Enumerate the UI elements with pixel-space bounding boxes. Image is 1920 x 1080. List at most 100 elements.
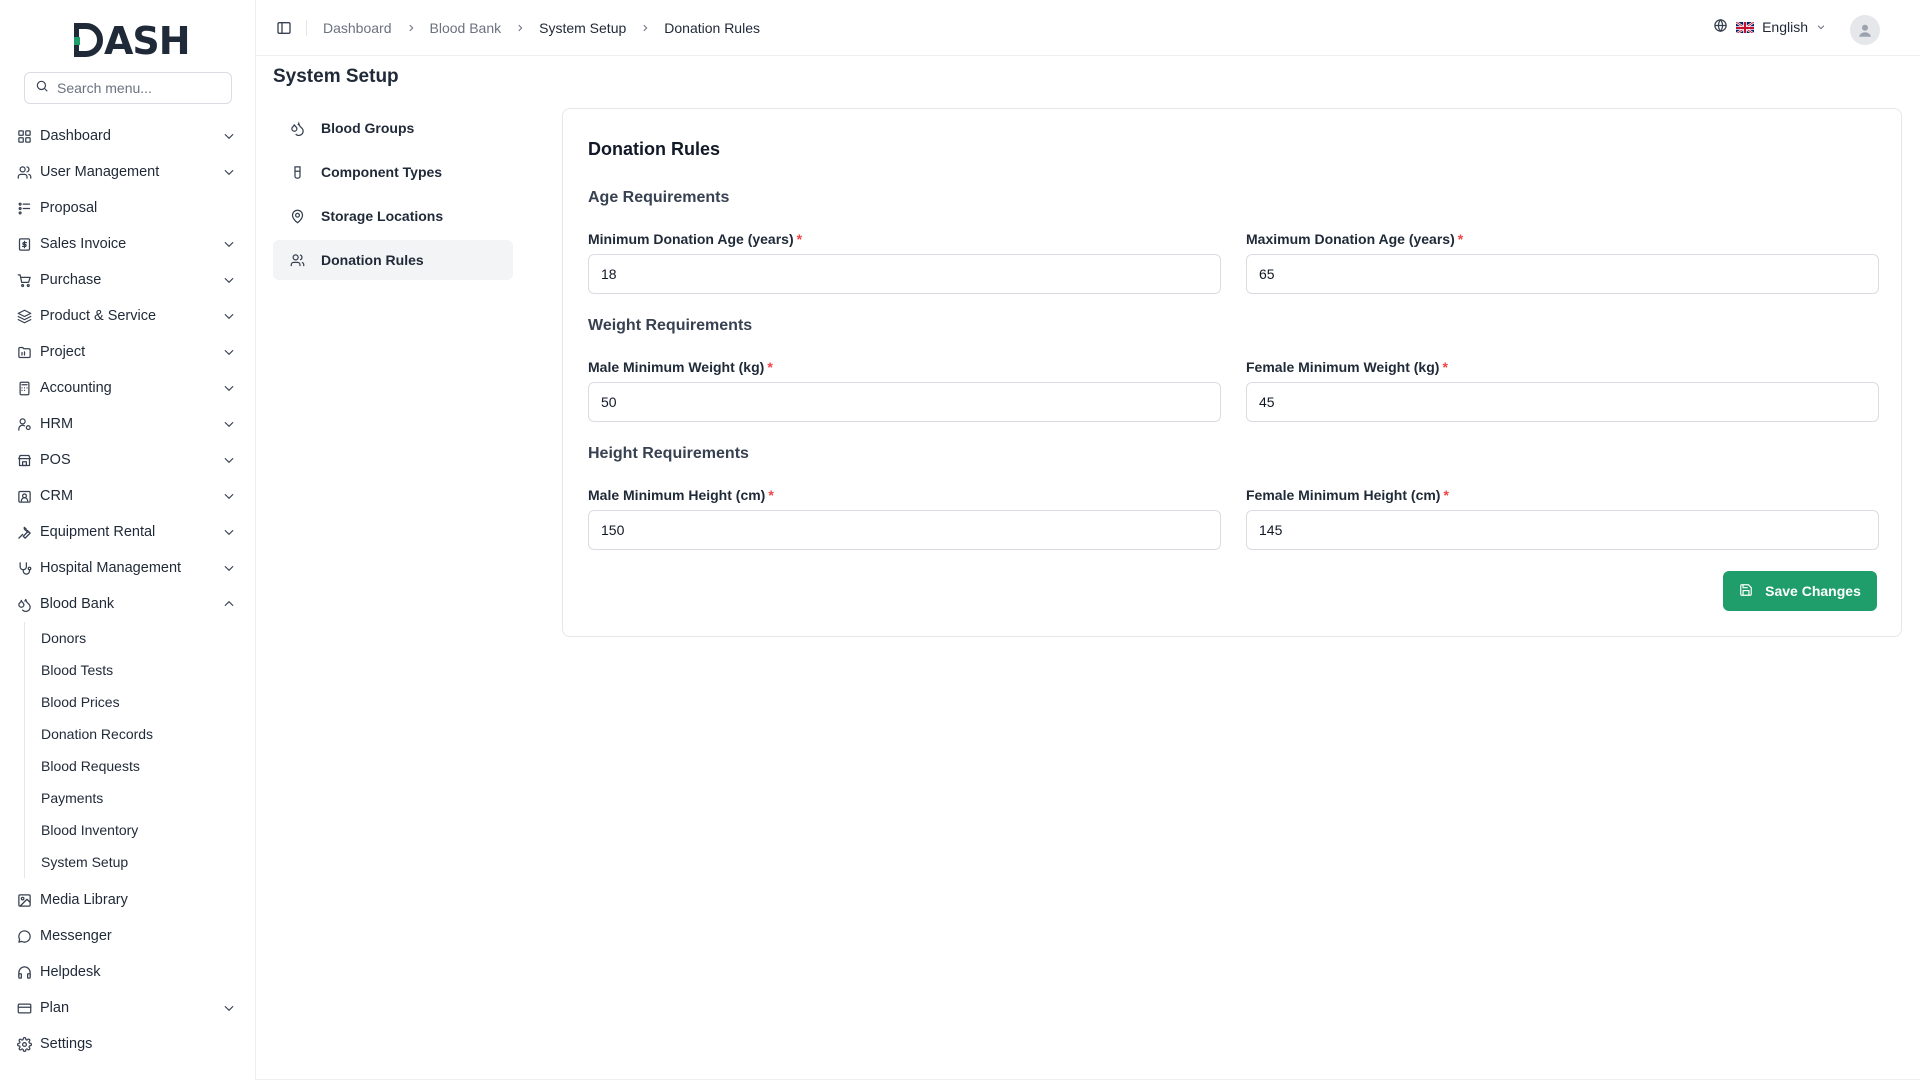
chevron-down-icon[interactable] (222, 345, 236, 359)
sidebar-item-label: Product & Service (40, 308, 157, 324)
min-age-field: Minimum Donation Age (years) * (588, 231, 1221, 294)
submenu-item-system-setup[interactable]: System Setup (41, 846, 256, 878)
chevron-down-icon[interactable] (222, 417, 236, 431)
sidebar-item-hrm[interactable]: HRM (0, 406, 256, 442)
search-box[interactable] (24, 72, 232, 104)
setup-item-component-types[interactable]: Component Types (273, 152, 513, 192)
sidebar-item-pos[interactable]: POS (0, 442, 256, 478)
chevron-down-icon[interactable] (222, 525, 236, 539)
chevron-up-icon[interactable] (222, 597, 236, 611)
top-bar: Dashboard Blood Bank System Setup Donati… (256, 0, 1920, 56)
sidebar-item-accounting[interactable]: Accounting (0, 370, 256, 406)
chevron-right-icon (640, 23, 650, 33)
sidebar-item-user-management[interactable]: User Management (0, 154, 256, 190)
setup-item-storage-locations[interactable]: Storage Locations (273, 196, 513, 236)
breadcrumb-dashboard[interactable]: Dashboard (323, 20, 392, 36)
required-mark: * (1457, 231, 1464, 247)
setup-menu: Blood Groups Component Types Storage Loc… (273, 108, 513, 284)
sidebar-item-label: Plan (40, 1000, 70, 1016)
sidebar-item-project[interactable]: Project (0, 334, 256, 370)
breadcrumb-donation-rules: Donation Rules (664, 19, 760, 36)
chevron-down-icon[interactable] (222, 237, 236, 251)
map-pin-icon (289, 208, 305, 224)
chevron-down-icon[interactable] (222, 561, 236, 575)
sidebar-item-sales-invoice[interactable]: Sales Invoice (0, 226, 256, 262)
female-weight-input[interactable] (1246, 382, 1879, 422)
male-height-input[interactable] (588, 510, 1221, 550)
uk-flag-icon (1736, 21, 1755, 33)
chevron-down-icon[interactable] (222, 273, 236, 287)
sidebar-item-label: Project (40, 344, 86, 360)
male-height-field: Male Minimum Height (cm) * (588, 487, 1221, 550)
save-icon (1739, 583, 1753, 600)
invoice-icon (16, 236, 32, 252)
chevron-right-icon (515, 23, 525, 33)
sidebar-item-proposal[interactable]: Proposal (0, 190, 256, 226)
user-avatar[interactable] (1850, 15, 1880, 45)
globe-icon (1713, 18, 1728, 36)
chevron-down-icon[interactable] (222, 129, 236, 143)
sidebar: ASH Dashboard User Management Proposal Sale… (0, 0, 256, 1080)
chevron-down-icon[interactable] (222, 489, 236, 503)
female-height-input[interactable] (1246, 510, 1879, 550)
sidebar-item-blood-bank[interactable]: Blood Bank (0, 586, 256, 622)
language-selector[interactable]: English (1713, 18, 1826, 36)
setup-item-donation-rules[interactable]: Donation Rules (273, 240, 513, 280)
sidebar-item-equipment-rental[interactable]: Equipment Rental (0, 514, 256, 550)
headphones-icon (16, 964, 32, 980)
min-age-label: Minimum Donation Age (years) * (588, 231, 803, 247)
sidebar-item-label: Media Library (40, 892, 128, 908)
chevron-down-icon[interactable] (222, 1001, 236, 1015)
sidebar-item-messenger[interactable]: Messenger (0, 918, 256, 954)
image-icon (16, 892, 32, 908)
search-input[interactable] (57, 80, 217, 96)
sidebar-item-settings[interactable]: Settings (0, 1026, 256, 1062)
sidebar-item-label: Sales Invoice (40, 236, 127, 252)
submenu-item-blood-requests[interactable]: Blood Requests (41, 750, 256, 782)
sidebar-item-crm[interactable]: CRM (0, 478, 256, 514)
submenu-item-donation-records[interactable]: Donation Records (41, 718, 256, 750)
sidebar-item-media-library[interactable]: Media Library (0, 882, 256, 918)
setup-item-label: Storage Locations (321, 208, 444, 224)
sidebar-item-product-and-service[interactable]: Product & Service (0, 298, 256, 334)
submenu-item-blood-prices[interactable]: Blood Prices (41, 686, 256, 718)
sidebar-item-helpdesk[interactable]: Helpdesk (0, 954, 256, 990)
cart-icon (16, 272, 32, 288)
submenu-item-payments[interactable]: Payments (41, 782, 256, 814)
chevron-down-icon[interactable] (222, 453, 236, 467)
chevron-down-icon[interactable] (222, 165, 236, 179)
sidebar-toggle-icon[interactable] (274, 18, 294, 38)
folder-icon (16, 344, 32, 360)
setup-item-label: Donation Rules (321, 252, 424, 268)
required-mark: * (767, 359, 773, 375)
breadcrumb-blood-bank[interactable]: Blood Bank (430, 20, 502, 36)
min-age-input[interactable] (588, 254, 1221, 294)
submenu-item-blood-inventory[interactable]: Blood Inventory (41, 814, 256, 846)
submenu-item-blood-tests[interactable]: Blood Tests (41, 654, 256, 686)
droplets-icon (16, 596, 32, 612)
breadcrumb-system-setup[interactable]: System Setup (539, 20, 626, 36)
chevron-down-icon[interactable] (222, 309, 236, 323)
male-weight-input[interactable] (588, 382, 1221, 422)
submenu-item-donors[interactable]: Donors (41, 622, 256, 654)
sidebar-item-purchase[interactable]: Purchase (0, 262, 256, 298)
sidebar-nav: Dashboard User Management Proposal Sales In… (0, 118, 256, 1062)
max-age-input[interactable] (1246, 254, 1879, 294)
message-icon (16, 928, 32, 944)
sidebar-item-label: POS (40, 452, 71, 468)
save-changes-button[interactable]: Save Changes (1723, 571, 1877, 611)
dash-logo[interactable]: ASH (74, 20, 202, 60)
sidebar-item-plan[interactable]: Plan (0, 990, 256, 1026)
sidebar-item-label: Messenger (40, 928, 112, 944)
setup-item-blood-groups[interactable]: Blood Groups (273, 108, 513, 148)
sidebar-item-hospital-management[interactable]: Hospital Management (0, 550, 256, 586)
wrench-icon (16, 524, 32, 540)
crm-icon (16, 488, 32, 504)
max-age-field: Maximum Donation Age (years) * (1246, 231, 1879, 294)
card-title: Donation Rules (588, 139, 721, 159)
sidebar-item-dashboard[interactable]: Dashboard (0, 118, 256, 154)
grid-icon (16, 128, 32, 144)
chevron-down-icon[interactable] (222, 381, 236, 395)
setup-item-label: Component Types (321, 164, 443, 180)
sidebar-item-label: CRM (40, 488, 74, 504)
